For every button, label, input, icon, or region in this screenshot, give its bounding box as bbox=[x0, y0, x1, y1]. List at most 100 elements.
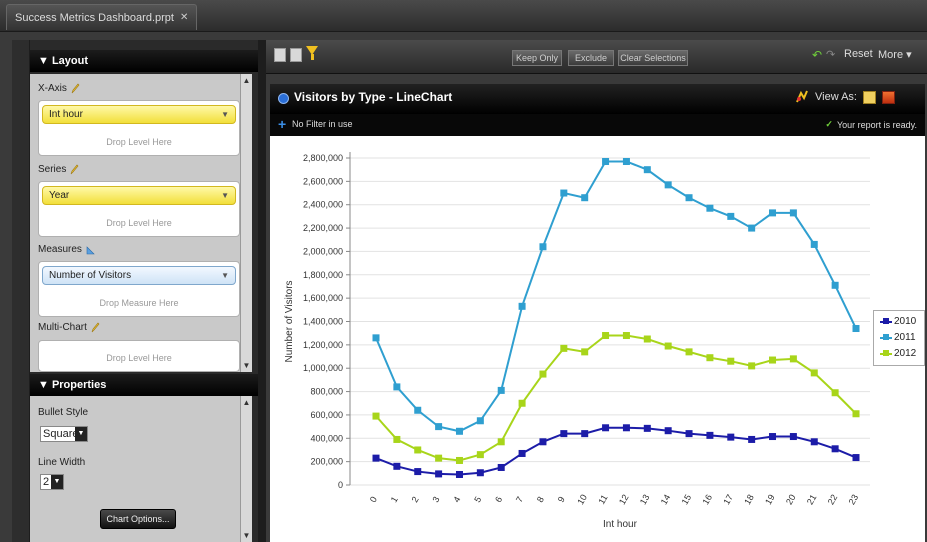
document-tab[interactable]: Success Metrics Dashboard.prpt ✕ bbox=[6, 4, 198, 31]
measures-field-value: Number of Visitors bbox=[49, 270, 132, 281]
layout-scrollbar[interactable]: ▲ ▼ bbox=[240, 74, 252, 372]
layout-header[interactable]: ▼ Layout bbox=[30, 50, 258, 72]
data-point-2012 bbox=[414, 446, 422, 454]
reset-button[interactable]: Reset bbox=[844, 48, 873, 60]
x-tick-label: 4 bbox=[451, 495, 462, 504]
legend-swatch-2010 bbox=[880, 317, 892, 325]
data-point-2010 bbox=[602, 424, 610, 432]
multichart-dropzone[interactable]: Drop Level Here bbox=[38, 340, 240, 372]
xaxis-drop-hint: Drop Level Here bbox=[106, 137, 172, 147]
x-tick-label: 19 bbox=[763, 493, 777, 507]
data-point-2010 bbox=[560, 430, 568, 438]
measures-field-pill[interactable]: Number of Visitors ▼ bbox=[42, 266, 236, 285]
chevron-down-icon[interactable]: ▼ bbox=[221, 267, 229, 285]
y-tick-label: 2,800,000 bbox=[303, 153, 343, 163]
x-tick-label: 12 bbox=[617, 493, 631, 507]
exclude-button[interactable]: Exclude bbox=[568, 50, 614, 66]
undo-icon[interactable]: ↶ bbox=[812, 48, 822, 62]
data-point-2012 bbox=[643, 335, 651, 343]
chart-options-button[interactable]: Chart Options... bbox=[100, 509, 176, 529]
data-point-2012 bbox=[539, 370, 547, 378]
chart-view-icon[interactable] bbox=[882, 90, 895, 104]
legend-item-2010[interactable]: 2010 bbox=[880, 316, 916, 327]
pencil-icon bbox=[71, 164, 79, 175]
data-point-2010 bbox=[497, 463, 505, 471]
scroll-down-icon[interactable]: ▼ bbox=[242, 531, 251, 540]
measures-dropzone[interactable]: Number of Visitors ▼ Drop Measure Here bbox=[38, 261, 240, 317]
clear-selections-button[interactable]: Clear Selections bbox=[618, 50, 688, 66]
series-dropzone[interactable]: Year ▼ Drop Level Here bbox=[38, 181, 240, 237]
line-chart: 0 200,000 400,000 600,000 800,000 1,000,000 1,… bbox=[284, 152, 870, 530]
table-view-icon[interactable] bbox=[863, 90, 876, 104]
data-point-2012 bbox=[602, 332, 610, 340]
view-as-group: View As: bbox=[795, 90, 895, 104]
scroll-down-icon[interactable]: ▼ bbox=[242, 361, 251, 370]
y-tick-label: 400,000 bbox=[310, 433, 343, 443]
data-point-2011 bbox=[685, 194, 693, 202]
scroll-up-icon[interactable]: ▲ bbox=[242, 76, 251, 85]
add-filter-icon[interactable]: + bbox=[278, 116, 286, 132]
close-icon[interactable]: ✕ bbox=[180, 5, 188, 31]
line-width-select[interactable]: 2 ▼ bbox=[40, 474, 64, 490]
data-point-2012 bbox=[622, 332, 630, 340]
keep-only-button[interactable]: Keep Only bbox=[512, 50, 562, 66]
series-line-2011 bbox=[375, 160, 857, 433]
panel-splitter[interactable] bbox=[258, 40, 266, 542]
data-point-2011 bbox=[643, 166, 651, 174]
x-tick-label: 13 bbox=[638, 493, 652, 507]
y-tick-label: 600,000 bbox=[310, 410, 343, 420]
data-point-2010 bbox=[769, 433, 777, 441]
data-point-2012 bbox=[560, 344, 568, 352]
measures-drop-hint: Drop Measure Here bbox=[99, 298, 179, 308]
xaxis-label-row: X-Axis bbox=[38, 83, 80, 94]
properties-header[interactable]: ▼ Properties bbox=[30, 374, 258, 396]
line-width-label: Line Width bbox=[38, 457, 86, 468]
y-tick-label: 2,600,000 bbox=[303, 176, 343, 186]
report-view-icon[interactable] bbox=[274, 48, 286, 62]
xaxis-field-pill[interactable]: Int hour ▼ bbox=[42, 105, 236, 124]
more-menu-button[interactable]: More ▾ bbox=[878, 48, 912, 61]
x-tick-label: 10 bbox=[575, 493, 589, 507]
scroll-up-icon[interactable]: ▲ bbox=[242, 398, 251, 407]
data-point-2010 bbox=[393, 462, 401, 470]
properties-scrollbar[interactable]: ▲ ▼ bbox=[240, 396, 252, 542]
legend-item-2011[interactable]: 2011 bbox=[880, 332, 916, 343]
x-tick-label: 23 bbox=[847, 493, 861, 507]
series-line-2012 bbox=[375, 334, 857, 462]
info-icon[interactable] bbox=[278, 93, 289, 104]
data-point-2010 bbox=[727, 433, 735, 441]
chevron-down-icon[interactable]: ▼ bbox=[221, 187, 229, 205]
chevron-down-icon[interactable]: ▼ bbox=[75, 427, 87, 441]
data-point-2011 bbox=[622, 158, 630, 166]
x-tick-label: 20 bbox=[784, 493, 798, 507]
data-point-2012 bbox=[372, 412, 380, 420]
x-tick-label: 21 bbox=[805, 493, 819, 507]
legend-item-2012[interactable]: 2012 bbox=[880, 348, 916, 359]
x-tick-label: 14 bbox=[659, 493, 673, 507]
data-point-2011 bbox=[414, 406, 422, 414]
redo-icon[interactable]: ↷ bbox=[826, 48, 835, 61]
legend-swatch-2012 bbox=[880, 349, 892, 357]
data-point-2012 bbox=[476, 451, 484, 459]
x-tick-label: 1 bbox=[389, 495, 400, 504]
data-point-2010 bbox=[643, 424, 651, 432]
data-point-2011 bbox=[852, 325, 860, 333]
data-point-2010 bbox=[372, 454, 380, 462]
chart-type-icon[interactable] bbox=[795, 90, 809, 104]
data-point-2012 bbox=[748, 362, 756, 370]
bullet-style-value: Square bbox=[43, 428, 79, 440]
data-point-2011 bbox=[539, 243, 547, 251]
legend-label-2011: 2011 bbox=[894, 332, 916, 343]
table-view-icon[interactable] bbox=[290, 48, 302, 62]
left-panel-gutter bbox=[12, 40, 30, 542]
chevron-down-icon[interactable]: ▼ bbox=[221, 106, 229, 124]
multichart-label-row: Multi-Chart bbox=[38, 322, 100, 333]
bullet-style-select[interactable]: Square ▼ bbox=[40, 426, 88, 442]
series-field-pill[interactable]: Year ▼ bbox=[42, 186, 236, 205]
data-point-2012 bbox=[810, 369, 818, 377]
data-point-2012 bbox=[497, 438, 505, 446]
xaxis-dropzone[interactable]: Int hour ▼ Drop Level Here bbox=[38, 100, 240, 156]
view-as-label: View As: bbox=[815, 91, 857, 103]
chevron-down-icon[interactable]: ▼ bbox=[51, 475, 63, 489]
x-tick-label: 6 bbox=[493, 495, 504, 504]
